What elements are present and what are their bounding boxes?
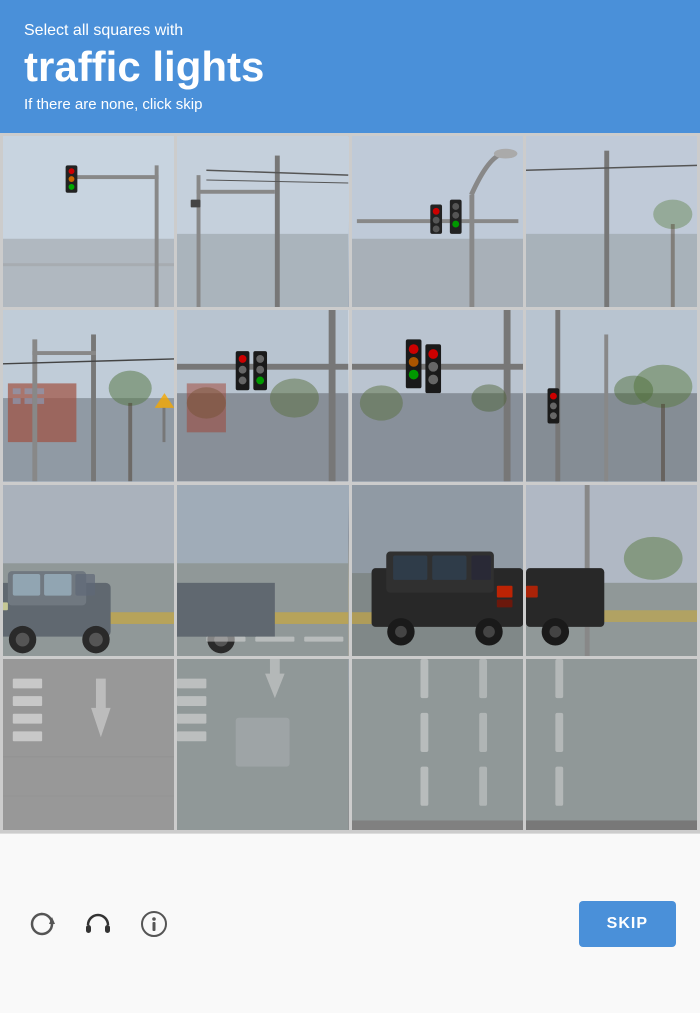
headphones-icon bbox=[83, 909, 113, 939]
cell-image-4-1 bbox=[3, 659, 174, 830]
captcha-footer: SKIP bbox=[0, 833, 700, 1013]
grid-cell-1-4[interactable] bbox=[526, 136, 700, 310]
grid-cell-4-2[interactable] bbox=[177, 659, 351, 833]
header-hint: If there are none, click skip bbox=[24, 96, 676, 113]
cell-image-2-2 bbox=[177, 310, 348, 481]
refresh-icon bbox=[27, 909, 57, 939]
grid-cell-3-1[interactable] bbox=[3, 485, 177, 659]
audio-button[interactable] bbox=[80, 906, 116, 942]
captcha-header: Select all squares with traffic lights I… bbox=[0, 0, 700, 133]
cell-image-3-1 bbox=[3, 485, 174, 656]
footer-controls bbox=[24, 906, 172, 942]
grid-cell-4-4[interactable] bbox=[526, 659, 700, 833]
cell-image-4-2 bbox=[177, 659, 348, 830]
grid-cell-2-2[interactable] bbox=[177, 310, 351, 484]
grid-cell-3-4[interactable] bbox=[526, 485, 700, 659]
cell-image-3-2 bbox=[177, 485, 348, 656]
cell-image-1-2 bbox=[177, 136, 348, 307]
cell-image-2-1 bbox=[3, 310, 174, 481]
grid-cell-2-4[interactable] bbox=[526, 310, 700, 484]
cell-image-2-3 bbox=[352, 310, 523, 481]
skip-button[interactable]: SKIP bbox=[579, 901, 676, 947]
header-main-title: traffic lights bbox=[24, 44, 676, 90]
cell-image-1-4 bbox=[526, 136, 697, 307]
grid-cell-1-3[interactable] bbox=[352, 136, 526, 310]
cell-image-3-4 bbox=[526, 485, 697, 656]
cell-image-3-3 bbox=[352, 485, 523, 656]
cell-image-2-4 bbox=[526, 310, 697, 481]
header-subtitle: Select all squares with bbox=[24, 22, 676, 40]
grid-cell-4-1[interactable] bbox=[3, 659, 177, 833]
grid-cell-4-3[interactable] bbox=[352, 659, 526, 833]
grid-cell-2-1[interactable] bbox=[3, 310, 177, 484]
cell-image-1-3 bbox=[352, 136, 523, 307]
grid-cell-2-3[interactable] bbox=[352, 310, 526, 484]
cell-image-4-4 bbox=[526, 659, 697, 830]
grid-cell-3-3[interactable] bbox=[352, 485, 526, 659]
grid-cell-1-2[interactable] bbox=[177, 136, 351, 310]
cell-image-1-1 bbox=[3, 136, 174, 307]
grid-cell-3-2[interactable] bbox=[177, 485, 351, 659]
refresh-button[interactable] bbox=[24, 906, 60, 942]
cell-image-4-3 bbox=[352, 659, 523, 830]
info-icon bbox=[139, 909, 169, 939]
info-button[interactable] bbox=[136, 906, 172, 942]
grid-cell-1-1[interactable] bbox=[3, 136, 177, 310]
captcha-grid bbox=[0, 133, 700, 833]
